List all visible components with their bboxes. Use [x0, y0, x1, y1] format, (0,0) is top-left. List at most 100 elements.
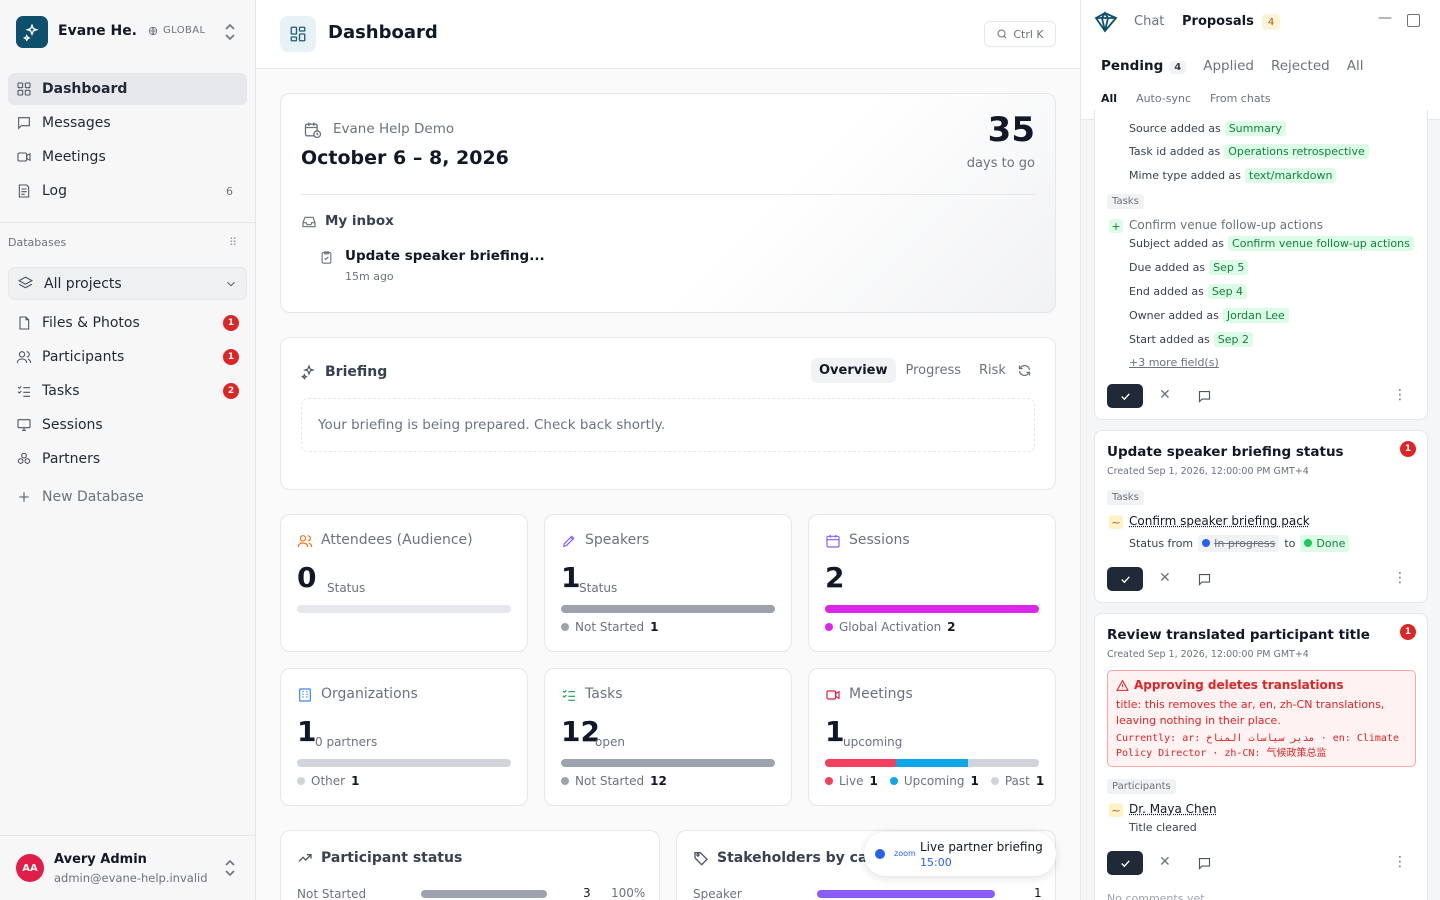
stat-card-attendees[interactable]: Attendees (Audience) 0 Status: [280, 514, 528, 652]
users-icon: [297, 535, 313, 548]
briefing-message: Your briefing is being prepared. Check b…: [301, 398, 1035, 452]
reject-button[interactable]: ✕: [1159, 570, 1171, 586]
tab-proposals[interactable]: Proposals: [1182, 14, 1254, 29]
row-value: 1: [1034, 886, 1042, 900]
subtab-all[interactable]: All: [1101, 92, 1117, 105]
warning-title: Approving deletes translations: [1134, 678, 1344, 692]
avatar[interactable]: AA: [16, 854, 44, 882]
partners-icon: [17, 452, 31, 464]
edit-icon: ~: [1109, 803, 1123, 817]
nav-participants[interactable]: Participants 1: [8, 341, 247, 373]
briefing-card: Briefing Overview Progress Risk Your bri…: [280, 337, 1056, 490]
layers-icon: [17, 276, 34, 289]
notification-badge: 1: [1400, 441, 1416, 457]
tab-overview[interactable]: Overview: [811, 358, 896, 383]
stat-card-tasks[interactable]: Tasks 12 open Not Started 12: [544, 668, 792, 806]
notification-badge: 1: [223, 315, 239, 331]
nav-tasks[interactable]: Tasks 2: [8, 375, 247, 407]
proposal-card: Review translated participant title 1 Cr…: [1094, 613, 1428, 900]
subtab-auto-sync[interactable]: Auto-sync: [1136, 92, 1191, 105]
stat-card-organizations[interactable]: Organizations 1 0 partners Other 1: [280, 668, 528, 806]
tab-risk[interactable]: Risk: [971, 358, 1014, 383]
stat-title: Speakers: [585, 532, 650, 548]
record-name[interactable]: Dr. Maya Chen: [1129, 802, 1217, 816]
nav-messages[interactable]: Messages: [8, 107, 247, 139]
tab-pending[interactable]: Pending 4: [1101, 58, 1187, 74]
project-selector[interactable]: All projects: [8, 267, 247, 300]
nav-label: Partners: [42, 451, 101, 467]
reject-button[interactable]: ✕: [1159, 854, 1171, 870]
stat-card-sessions[interactable]: Sessions 2 Global Activation 2: [808, 514, 1056, 652]
more-icon[interactable]: ⋮: [1393, 854, 1407, 870]
more-fields-link[interactable]: +3 more field(s): [1129, 356, 1219, 369]
record-name[interactable]: Confirm speaker briefing pack: [1129, 514, 1310, 528]
stat-progress-bar: [297, 759, 511, 767]
stat-card-meetings[interactable]: Meetings 1 upcoming Live 1 Upcoming 1 Past…: [808, 668, 1056, 806]
stat-card-speakers[interactable]: Speakers 1 Status Not Started 1: [544, 514, 792, 652]
nav-meetings[interactable]: Meetings: [8, 141, 247, 173]
workspace-switch-icon[interactable]: [222, 22, 238, 42]
nav-log[interactable]: Log 6: [8, 175, 247, 207]
nav-label: Log: [42, 183, 68, 199]
proposal-title: Review translated participant title: [1107, 627, 1370, 643]
field-change: End added as Sep 4: [1129, 284, 1248, 299]
tab-applied[interactable]: Applied: [1203, 58, 1254, 74]
bar-segment: [561, 759, 775, 767]
status-tabs: Pending 4 Applied Rejected All: [1101, 58, 1363, 74]
more-icon[interactable]: ⋮: [1393, 387, 1407, 403]
record-name[interactable]: Confirm venue follow-up actions: [1129, 218, 1323, 232]
live-meeting-toast[interactable]: zoom Live partner briefing 15:00: [864, 832, 1056, 876]
field-change: Title cleared: [1129, 821, 1197, 834]
comment-icon[interactable]: [1197, 572, 1212, 587]
workspace-name[interactable]: Evane He...: [58, 23, 138, 39]
dashboard-icon: [280, 16, 316, 52]
drag-handle-icon[interactable]: ⠿: [229, 236, 237, 249]
comment-icon[interactable]: [1197, 856, 1212, 871]
user-menu-icon[interactable]: [222, 858, 238, 878]
stat-legend: Other 1: [297, 774, 359, 788]
nav-files-photos[interactable]: Files & Photos 1: [8, 307, 247, 339]
stat-value: 1: [561, 561, 581, 594]
reject-button[interactable]: ✕: [1159, 387, 1171, 403]
stat-legend: Global Activation 2: [825, 620, 956, 634]
check-icon: [1120, 392, 1130, 400]
tab-chat[interactable]: Chat: [1134, 14, 1164, 29]
databases-label: Databases: [8, 236, 67, 249]
tab-rejected[interactable]: Rejected: [1271, 58, 1330, 74]
more-icon[interactable]: ⋮: [1393, 570, 1407, 586]
new-status: Done: [1300, 535, 1350, 552]
approve-button[interactable]: [1107, 567, 1143, 591]
stat-title: Tasks: [585, 686, 623, 702]
warning-current: Currently: ar: مدير سياسات المناخ · en: …: [1116, 733, 1399, 759]
database-tag: Participants: [1107, 779, 1176, 794]
search-button[interactable]: Ctrl K: [984, 21, 1056, 47]
inbox-item[interactable]: Update speaker briefing...: [345, 248, 545, 264]
nav-sessions[interactable]: Sessions: [8, 409, 247, 441]
proposal-title: Update speaker briefing status: [1107, 444, 1344, 460]
nav-partners[interactable]: Partners: [8, 443, 247, 475]
approve-button[interactable]: [1107, 384, 1143, 408]
subtab-from-chats[interactable]: From chats: [1210, 92, 1271, 105]
file-icon: [19, 316, 30, 330]
nav-dashboard[interactable]: Dashboard: [8, 73, 247, 105]
tab-progress[interactable]: Progress: [898, 358, 969, 383]
stat-title: Attendees (Audience): [321, 532, 473, 548]
minimize-icon[interactable]: —: [1378, 10, 1392, 26]
new-database-button[interactable]: New Database: [8, 481, 247, 513]
old-status: In progress: [1198, 535, 1280, 552]
stat-unit: 0 partners: [315, 735, 378, 749]
clipboard-icon: [321, 251, 332, 264]
approve-button[interactable]: [1107, 851, 1143, 875]
notification-badge: 1: [1400, 624, 1416, 640]
comment-icon[interactable]: [1197, 389, 1212, 404]
refresh-icon[interactable]: [1017, 363, 1032, 378]
sparkle-icon: [301, 364, 315, 380]
maximize-icon[interactable]: [1407, 14, 1420, 27]
tab-all[interactable]: All: [1347, 58, 1364, 74]
field-change: Owner added as Jordan Lee: [1129, 308, 1289, 323]
user-email: admin@evane-help.invalid: [54, 871, 208, 885]
workspace-logo[interactable]: [16, 16, 48, 48]
legend-item: Live 1: [825, 774, 878, 788]
stat-value: 1: [825, 715, 845, 748]
stat-progress-bar: [561, 605, 775, 613]
